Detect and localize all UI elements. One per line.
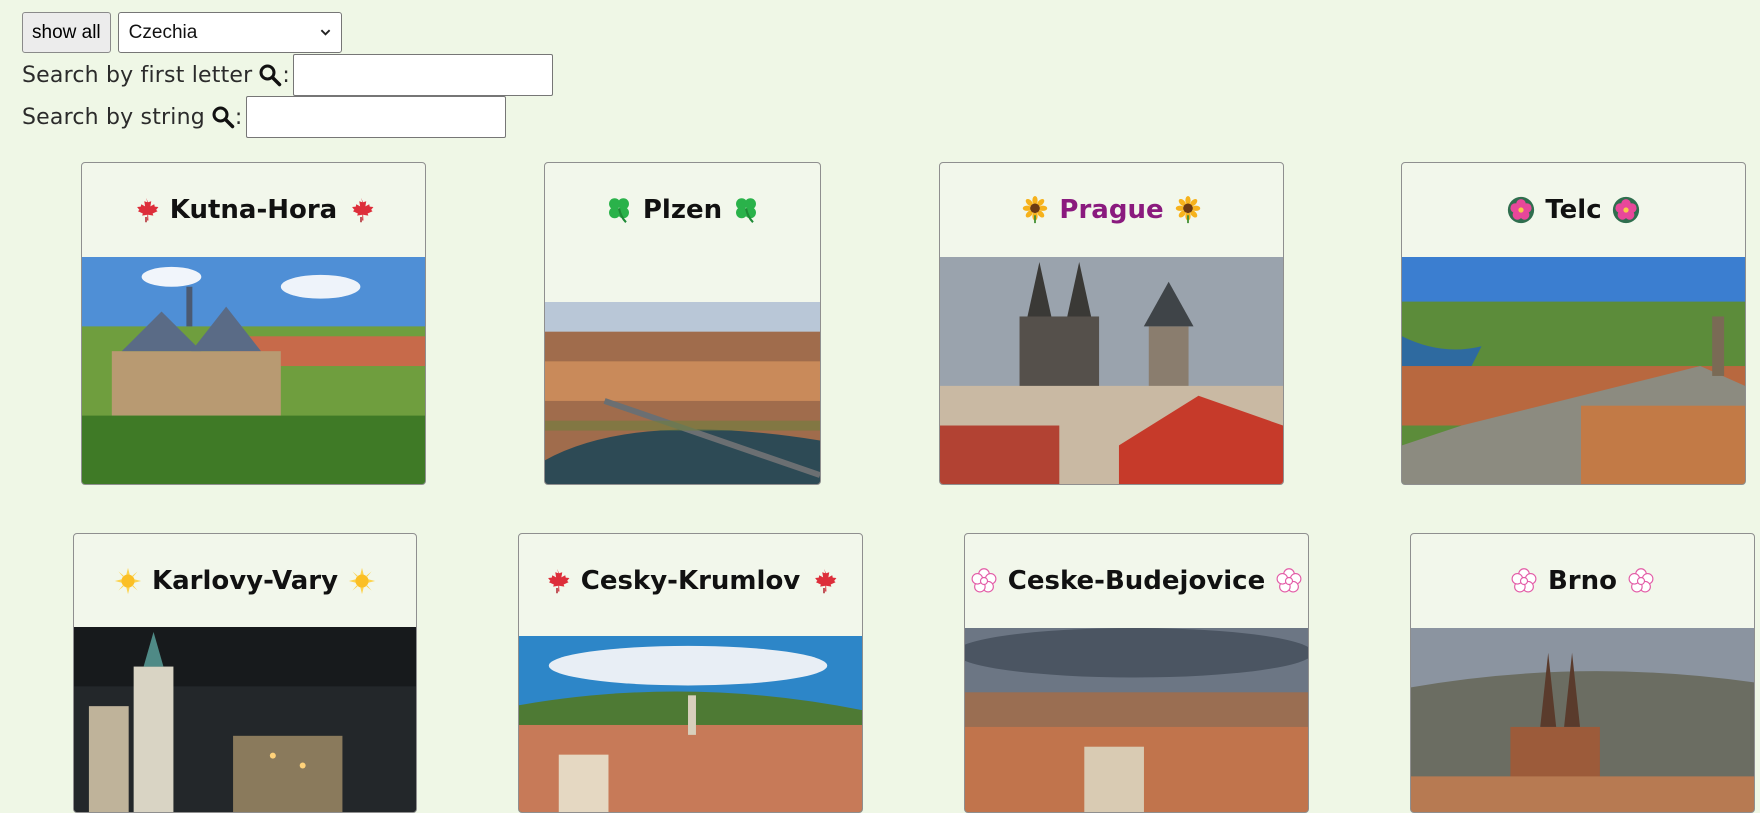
- maple-leaf-icon: [810, 567, 838, 595]
- magnifier-icon: [259, 64, 282, 87]
- city-card-cesky-krumlov[interactable]: Cesky-Krumlov: [518, 533, 863, 813]
- four-leaf-clover-icon: [605, 196, 633, 224]
- four-leaf-clover-icon: [732, 196, 760, 224]
- city-photo: [940, 257, 1283, 484]
- card-title: Ceske-Budejovice: [965, 534, 1308, 628]
- search-string-colon: :: [234, 104, 243, 130]
- card-title: Prague: [940, 163, 1283, 257]
- white-flower-icon: [1627, 567, 1655, 595]
- search-first-letter-label: Search by first letter: [22, 62, 253, 88]
- white-flower-icon: [1275, 567, 1303, 595]
- magnifier-icon: [212, 106, 235, 129]
- maple-leaf-icon: [132, 196, 160, 224]
- search-string-row: Search by string :: [22, 96, 506, 138]
- city-name: Telc: [1545, 195, 1602, 225]
- controls-bar: show all Czechia: [22, 12, 342, 53]
- country-select-value: Czechia: [128, 21, 198, 43]
- city-card-prague[interactable]: Prague: [939, 162, 1284, 485]
- maple-leaf-icon: [543, 567, 571, 595]
- card-title: Brno: [1411, 534, 1754, 628]
- city-card-karlovy-vary[interactable]: Karlovy-Vary: [73, 533, 417, 813]
- white-flower-icon: [970, 567, 998, 595]
- chevron-down-icon: [320, 29, 330, 36]
- city-name: Ceske-Budejovice: [1007, 566, 1266, 596]
- search-string-label: Search by string: [22, 104, 205, 130]
- hibiscus-icon: [1507, 196, 1535, 224]
- sun-icon: [348, 567, 376, 595]
- white-flower-icon: [1510, 567, 1538, 595]
- city-name: Prague: [1059, 195, 1164, 225]
- search-first-letter-colon: :: [282, 62, 291, 88]
- city-card-plzen[interactable]: Plzen: [544, 162, 821, 485]
- city-photo: [965, 628, 1308, 812]
- city-photo: [82, 257, 425, 484]
- maple-leaf-icon: [347, 196, 375, 224]
- city-name: Brno: [1547, 566, 1617, 596]
- city-photo: [545, 302, 820, 484]
- card-title: Cesky-Krumlov: [519, 534, 862, 627]
- sun-icon: [114, 567, 142, 595]
- city-photo: [519, 636, 862, 812]
- hibiscus-icon: [1612, 196, 1640, 224]
- show-all-button[interactable]: show all: [22, 12, 111, 53]
- city-photo: [1402, 257, 1745, 484]
- card-title: Telc: [1402, 163, 1745, 257]
- search-first-letter-input[interactable]: [293, 54, 554, 96]
- card-title: Kutna-Hora: [82, 163, 425, 257]
- sunflower-icon: [1174, 196, 1202, 224]
- search-string-input[interactable]: [245, 96, 506, 138]
- search-first-letter-row: Search by first letter :: [22, 54, 554, 96]
- city-photo: [74, 627, 416, 812]
- city-card-kutna-hora[interactable]: Kutna-Hora: [81, 162, 426, 485]
- city-card-brno[interactable]: Brno: [1410, 533, 1755, 813]
- country-select[interactable]: Czechia: [117, 12, 342, 53]
- card-title: Karlovy-Vary: [74, 534, 416, 627]
- controls-row: show all Czechia: [22, 12, 342, 53]
- sunflower-icon: [1021, 196, 1049, 224]
- city-name: Plzen: [642, 195, 723, 225]
- city-photo: [1411, 628, 1754, 812]
- city-card-telc[interactable]: Telc: [1401, 162, 1746, 485]
- city-card-ceske-budejovice[interactable]: Ceske-Budejovice: [964, 533, 1309, 813]
- city-name: Cesky-Krumlov: [580, 565, 801, 596]
- city-name: Karlovy-Vary: [151, 565, 339, 596]
- card-title: Plzen: [545, 163, 820, 257]
- city-name: Kutna-Hora: [169, 195, 338, 225]
